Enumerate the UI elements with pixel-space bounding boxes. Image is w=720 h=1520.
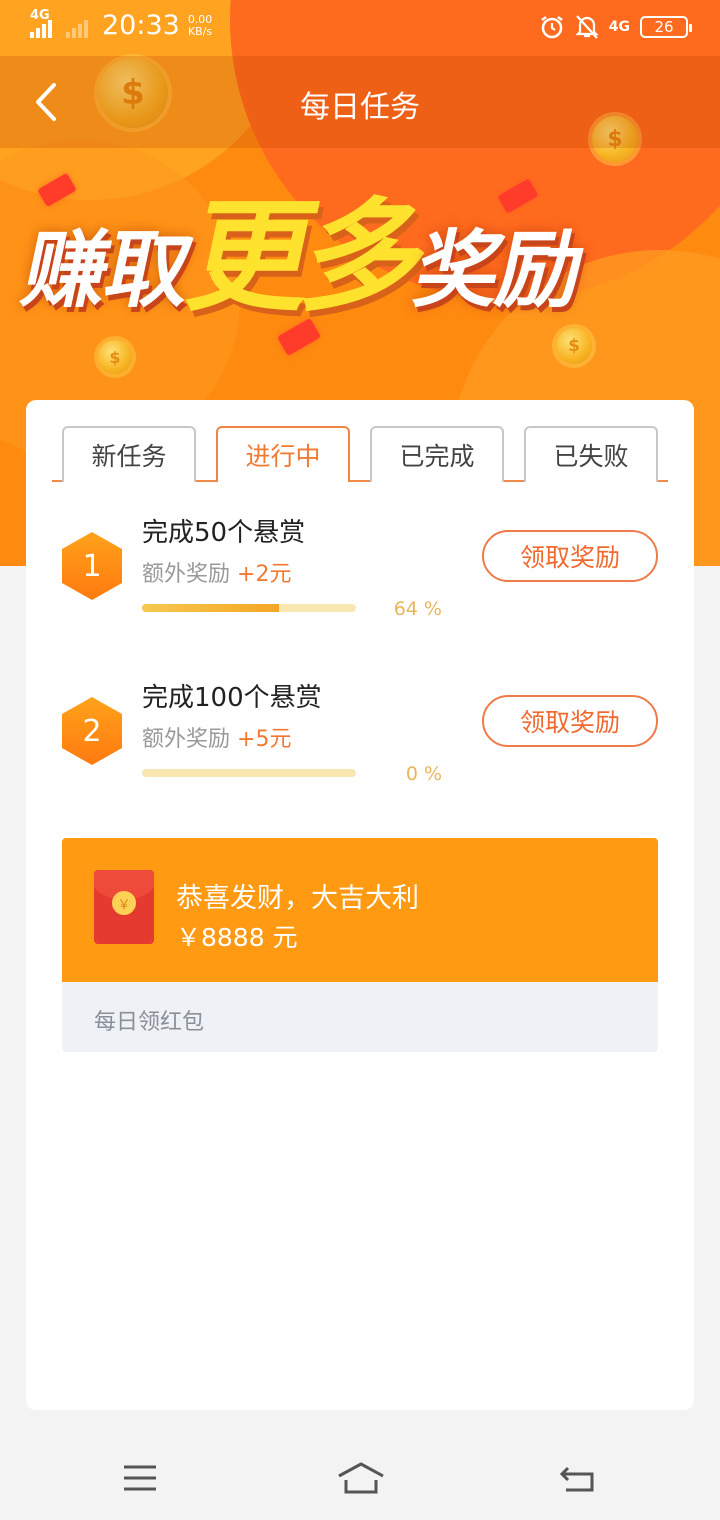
banner-headline: 赚取更多奖励 <box>12 182 714 332</box>
status-bar: 4G 20:33 0.00 KB/s 4G 26 <box>0 0 720 56</box>
headline-part2: 奖励 <box>406 221 592 319</box>
home-icon <box>338 1462 384 1494</box>
packet-title: 恭喜发财，大吉大利 <box>176 883 419 914</box>
alarm-icon <box>541 16 563 39</box>
reward-label: 额外奖励 <box>142 727 231 752</box>
nav-bar: 每日任务 <box>0 56 720 148</box>
packet-footer: 每日领红包 <box>62 982 658 1052</box>
coin-icon: $ <box>98 340 132 374</box>
packet-amount: ￥8888 元 <box>176 923 298 952</box>
coin-icon: $ <box>556 328 592 364</box>
battery-icon: 26 <box>640 16 692 38</box>
tab-in-progress[interactable]: 进行中 <box>216 426 350 482</box>
signal-icon: 4G <box>30 8 52 38</box>
red-envelope-icon: ￥ <box>94 870 154 944</box>
progress-percent: 0 % <box>405 763 442 785</box>
task-card: 新任务 进行中 已完成 已失败 1 完成50个悬赏 额外奖励 +2元 64 % … <box>26 400 694 1410</box>
task-index-badge: 2 <box>62 697 122 765</box>
reward-amount: +5 <box>237 727 270 752</box>
battery-level: 26 <box>654 18 674 36</box>
task-item: 2 完成100个悬赏 额外奖励 +5元 0 % 领取奖励 <box>62 677 658 797</box>
network-4g-icon: 4G <box>608 19 630 35</box>
daily-red-packet[interactable]: ￥ 恭喜发财，大吉大利 ￥8888 元 每日领红包 <box>62 838 658 1052</box>
home-button[interactable] <box>336 1458 386 1498</box>
progress-fill <box>142 604 279 612</box>
task-title: 完成50个悬赏 <box>142 518 306 548</box>
task-tabs: 新任务 进行中 已完成 已失败 <box>52 426 668 482</box>
network-speed: 0.00 KB/s <box>187 12 213 38</box>
mute-notification-icon <box>575 15 599 39</box>
tab-new[interactable]: 新任务 <box>62 426 196 482</box>
return-icon <box>559 1466 594 1492</box>
system-nav-bar <box>0 1436 720 1520</box>
progress-bar <box>142 769 356 777</box>
clock: 20:33 <box>102 10 180 41</box>
tab-completed[interactable]: 已完成 <box>370 426 504 482</box>
back-nav-button[interactable] <box>558 1458 602 1498</box>
task-title: 完成100个悬赏 <box>142 683 322 713</box>
progress-percent: 64 % <box>393 598 442 620</box>
signal-icon-secondary <box>66 14 88 38</box>
reward-unit: 元 <box>269 562 292 587</box>
claim-reward-button[interactable]: 领取奖励 <box>482 530 658 582</box>
reward-label: 额外奖励 <box>142 562 231 587</box>
packet-header: ￥ 恭喜发财，大吉大利 ￥8888 元 <box>62 838 658 982</box>
tab-failed[interactable]: 已失败 <box>524 426 658 482</box>
headline-part1: 赚取 <box>14 221 200 319</box>
network-label: 4G <box>30 7 50 23</box>
speed-value: 0.00 <box>187 12 213 26</box>
reward-amount: +2 <box>237 562 270 587</box>
task-reward: 额外奖励 +5元 <box>142 721 291 753</box>
task-index-badge: 1 <box>62 532 122 600</box>
progress-bar <box>142 604 356 612</box>
task-item: 1 完成50个悬赏 额外奖励 +2元 64 % 领取奖励 <box>62 512 658 632</box>
headline-emphasis: 更多 <box>176 186 436 328</box>
page-title: 每日任务 <box>300 90 420 125</box>
menu-button[interactable] <box>120 1458 164 1498</box>
claim-reward-button[interactable]: 领取奖励 <box>482 695 658 747</box>
speed-unit: KB/s <box>187 24 213 38</box>
yuan-coin-icon: ￥ <box>112 891 136 915</box>
menu-icon <box>124 1465 156 1491</box>
task-reward: 额外奖励 +2元 <box>142 556 291 588</box>
reward-unit: 元 <box>269 727 292 752</box>
